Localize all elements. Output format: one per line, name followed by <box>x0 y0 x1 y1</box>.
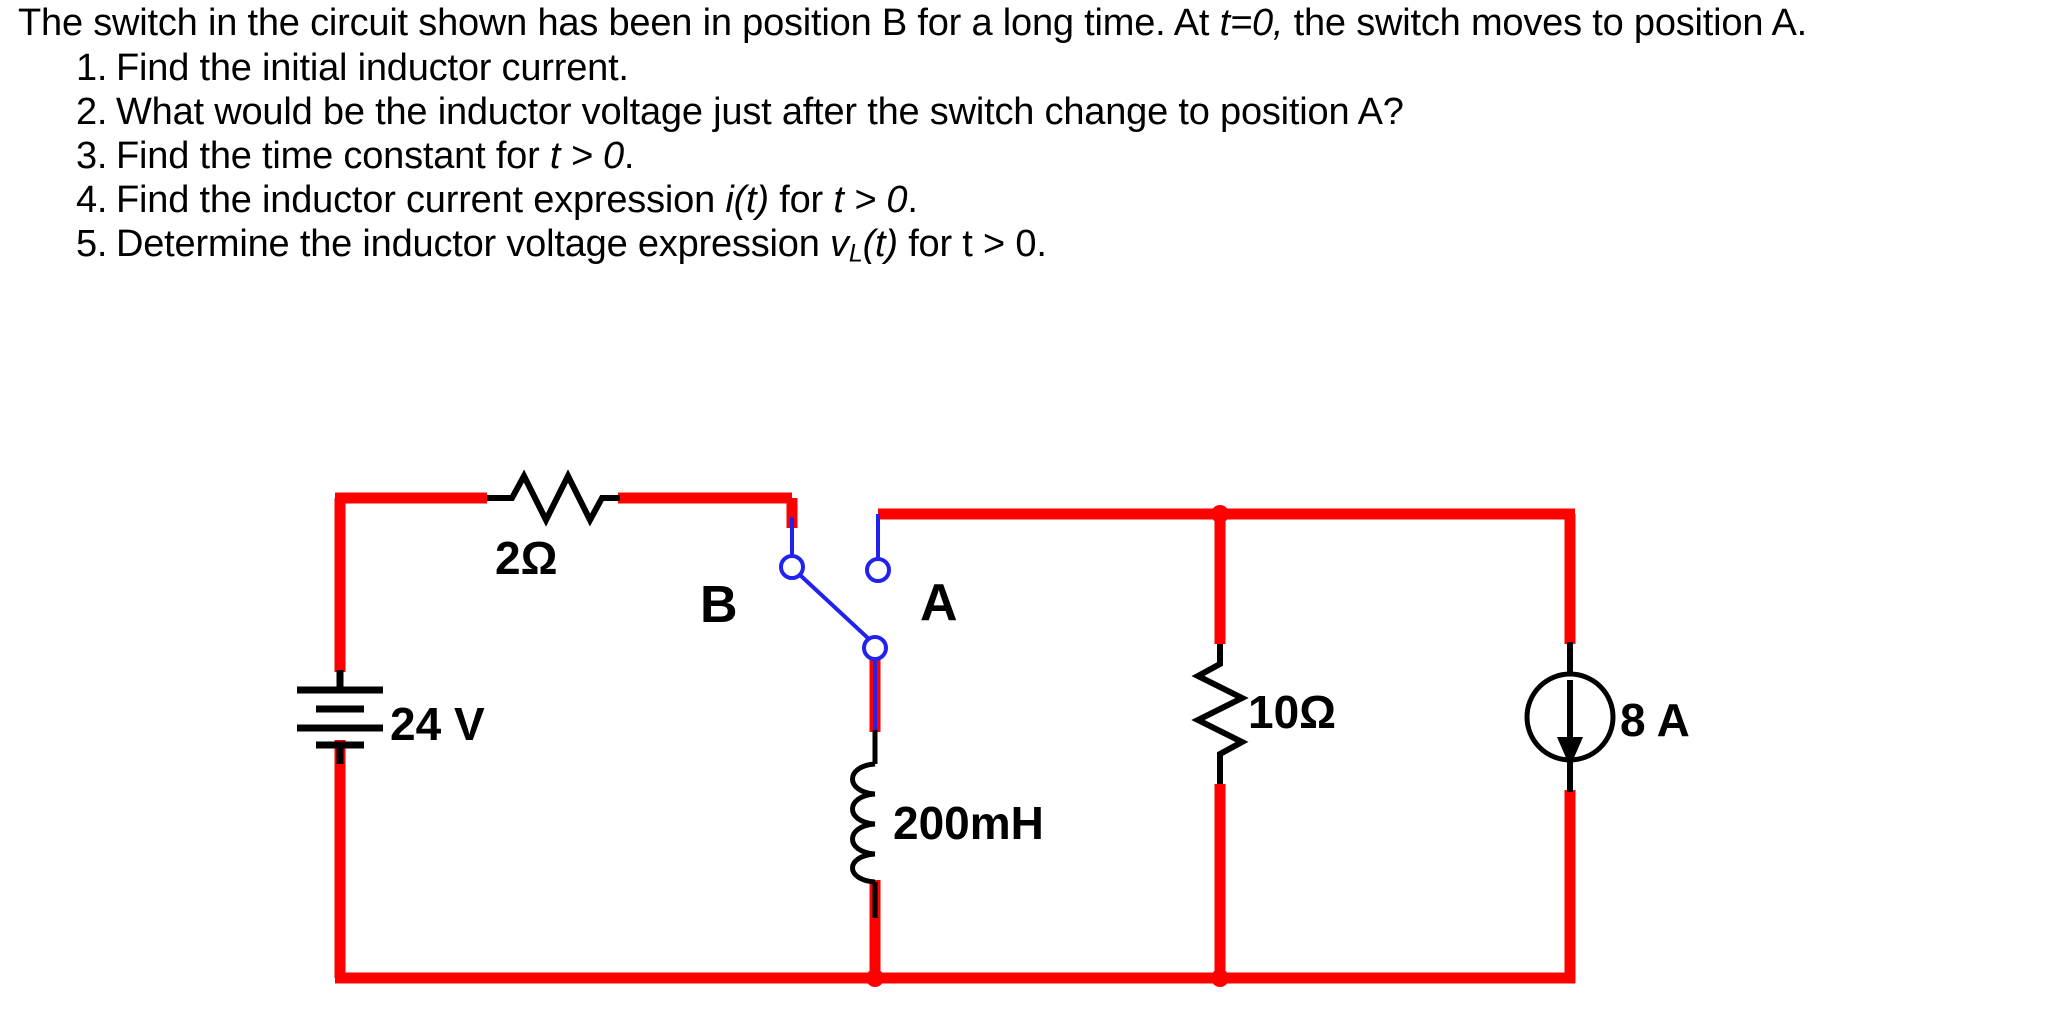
question-after-5b: . <box>1036 222 1047 265</box>
switch-label-b: B <box>700 576 738 634</box>
inductor-label: 200mH <box>893 797 1044 849</box>
question-after-5a: for t > 0 <box>897 222 1037 265</box>
circuit-diagram: 24 V 2Ω B A 200mH 10Ω 8 A <box>0 352 2046 1012</box>
question-text-3: Find the time constant for <box>116 134 550 177</box>
question-number-2: 2. <box>76 91 108 134</box>
junction-dot-top-10ohm <box>1211 505 1229 523</box>
question-italic-4b: t > 0 <box>833 178 908 221</box>
resistor-2ohm-zigzag <box>487 469 620 527</box>
switch-blade[interactable] <box>798 573 872 642</box>
current-source-symbol <box>1524 642 1616 792</box>
switch-label-a: A <box>920 574 958 632</box>
question-item-1: 1. Find the initial inductor current. <box>18 47 2028 91</box>
resistor-10ohm-symbol <box>1191 644 1249 784</box>
circuit-svg: 24 V 2Ω B A 200mH 10Ω 8 A <box>297 469 1690 987</box>
intro-italic-t0: t=0, <box>1219 2 1284 44</box>
question-text-5: Determine the inductor voltage expressio… <box>116 222 830 265</box>
question-after-4: . <box>907 178 918 221</box>
question-item-4: 4. Find the inductor current expression i… <box>18 179 2028 223</box>
page-root: The switch in the circuit shown has been… <box>0 0 2046 1012</box>
question-number-5: 5. <box>76 222 108 265</box>
resistor-10ohm-zigzag <box>1191 644 1249 784</box>
voltage-source-label: 24 V <box>390 698 485 750</box>
question-mid-3: . <box>623 134 635 177</box>
problem-intro: The switch in the circuit shown has been… <box>18 2 2028 44</box>
inductor-coil-3 <box>850 821 876 857</box>
question-item-3: 3. Find the time constant for t > 0. <box>18 135 2028 179</box>
current-source-label: 8 A <box>1620 694 1690 746</box>
inductor-coil-4 <box>850 851 876 885</box>
inductor-coil-1 <box>850 761 876 797</box>
junction-dot-bottom-10ohm <box>1211 969 1229 987</box>
resistor-2ohm-symbol <box>487 469 620 527</box>
question-list: 1. Find the initial inductor current. 2. W… <box>18 47 2028 268</box>
question-subscript-5: L <box>848 239 863 268</box>
question-italic-3a: t > 0 <box>549 134 624 177</box>
question-item-5: 5. Determine the inductor voltage express… <box>18 223 2028 268</box>
question-italic-5a: v <box>830 222 849 265</box>
voltage-source-symbol <box>297 670 383 764</box>
question-number-3: 3. <box>76 134 108 177</box>
switch-terminal-a[interactable] <box>865 557 891 583</box>
inductor-coil-2 <box>850 791 876 827</box>
intro-text-1: The switch in the circuit shown has been… <box>18 2 1220 44</box>
problem-statement: The switch in the circuit shown has been… <box>18 2 2028 268</box>
question-number-1: 1. <box>76 47 108 90</box>
question-text-2: What would be the inductor voltage just … <box>116 91 1404 134</box>
intro-text-2: the switch moves to position A. <box>1283 2 1808 44</box>
junction-dot-bottom-inductor <box>866 969 884 987</box>
question-mid-5: (t) <box>862 222 898 265</box>
question-mid-4: for <box>768 178 834 221</box>
question-text-4: Find the inductor current expression <box>116 178 726 221</box>
switch-pole-terminal[interactable] <box>862 635 888 661</box>
switch-terminal-b[interactable] <box>779 554 805 580</box>
question-item-2: 2. What would be the inductor voltage jus… <box>18 91 2028 135</box>
resistor-10ohm-label: 10Ω <box>1248 686 1336 738</box>
resistor-2ohm-label: 2Ω <box>495 532 557 584</box>
question-text-1: Find the initial inductor current. <box>116 47 629 90</box>
question-italic-4a: i(t) <box>725 178 769 221</box>
question-number-4: 4. <box>76 178 108 221</box>
